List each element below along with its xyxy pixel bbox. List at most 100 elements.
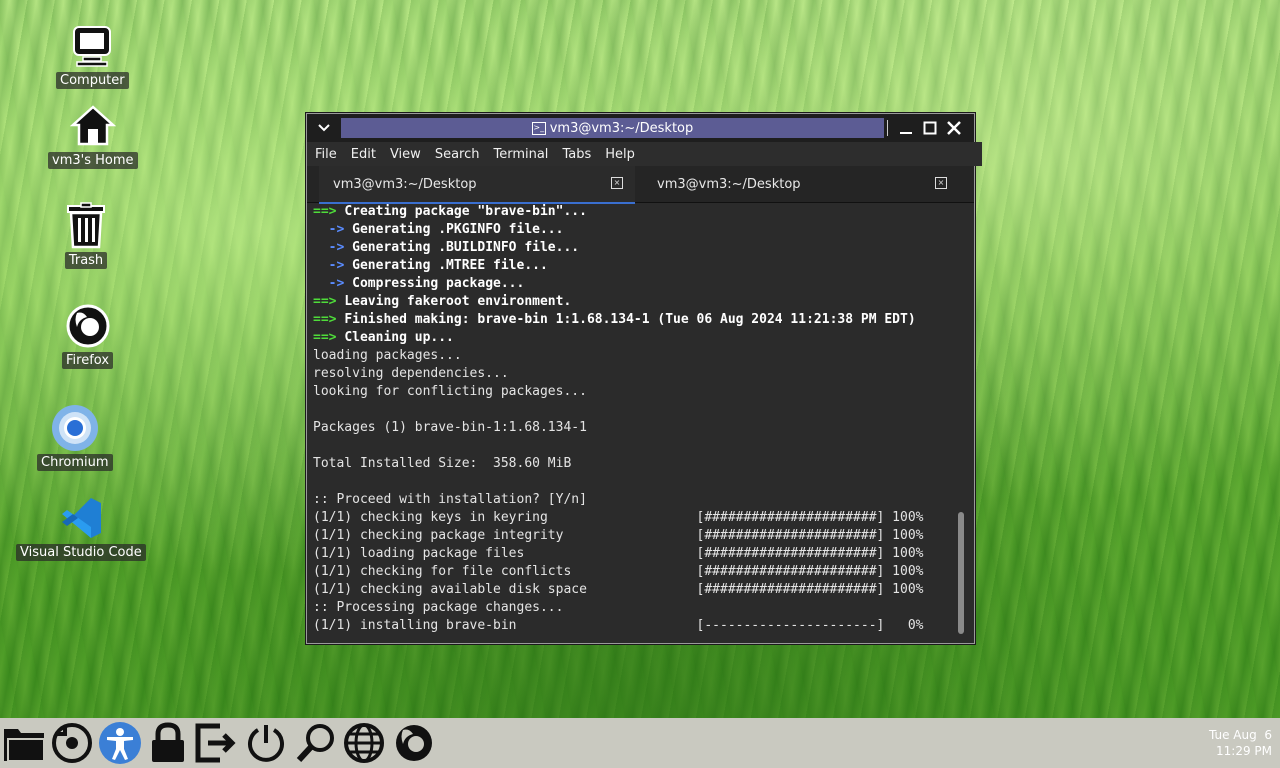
terminal-line: Total Installed Size: 358.60 MiB xyxy=(313,455,958,473)
terminal-line: loading packages... xyxy=(313,347,958,365)
terminal-line-text: (1/1) loading package files [###########… xyxy=(313,546,924,561)
terminal-line-text: resolving dependencies... xyxy=(313,366,509,381)
desktop-icon-label: vm3's Home xyxy=(48,152,138,169)
firefox-icon xyxy=(64,302,112,350)
tab-2[interactable]: vm3@vm3:~/Desktop × xyxy=(643,166,959,202)
lock-icon[interactable] xyxy=(146,721,190,765)
terminal-line: ==> Leaving fakeroot environment. xyxy=(313,293,958,311)
terminal-line: :: Processing package changes... xyxy=(313,599,958,617)
terminal-line: -> Generating .PKGINFO file... xyxy=(313,221,958,239)
terminal-line: (1/1) checking keys in keyring [########… xyxy=(313,509,958,527)
menu-file[interactable]: File xyxy=(315,147,337,162)
tab-1[interactable]: vm3@vm3:~/Desktop × xyxy=(319,166,635,204)
tab-label: vm3@vm3:~/Desktop xyxy=(657,176,801,192)
accessibility-icon[interactable] xyxy=(98,721,142,765)
terminal-line-text: Generating .PKGINFO file... xyxy=(352,222,564,237)
terminal-window[interactable]: >_ vm3@vm3:~/Desktop File Edit View Sear… xyxy=(306,113,982,644)
terminal-line-text: (1/1) checking package integrity [######… xyxy=(313,528,924,543)
terminal-line: -> Generating .MTREE file... xyxy=(313,257,958,275)
menu-terminal[interactable]: Terminal xyxy=(493,147,548,162)
tab-close-icon[interactable]: × xyxy=(935,177,947,189)
terminal-line-text: Leaving fakeroot environment. xyxy=(344,294,572,309)
terminal-line-text: Generating .MTREE file... xyxy=(352,258,548,273)
terminal-line: (1/1) checking for file conflicts [#####… xyxy=(313,563,958,581)
terminal-line-text: :: Processing package changes... xyxy=(313,600,564,615)
terminal-line-text: looking for conflicting packages... xyxy=(313,384,587,399)
file-manager-icon[interactable] xyxy=(2,721,46,765)
desktop-icon-home[interactable]: vm3's Home xyxy=(48,102,138,169)
terminal-line-text: Total Installed Size: 358.60 MiB xyxy=(313,456,572,471)
terminal-line: (1/1) installing brave-bin [------------… xyxy=(313,617,958,635)
terminal-icon: >_ xyxy=(531,121,546,135)
power-icon[interactable] xyxy=(244,721,288,765)
terminal-line-text: Packages (1) brave-bin-1:1.68.134-1 xyxy=(313,420,587,435)
menu-search[interactable]: Search xyxy=(435,147,480,162)
firefox-icon[interactable] xyxy=(392,721,436,765)
desktop-icon-label: Trash xyxy=(64,252,108,269)
terminal-line: (1/1) checking available disk space [###… xyxy=(313,581,958,599)
desktop-icon-label: Visual Studio Code xyxy=(16,544,146,561)
window-menu-chevron-icon[interactable] xyxy=(313,118,335,138)
desktop-icon-computer[interactable]: Computer xyxy=(56,22,129,89)
terminal-line-prefix: -> xyxy=(313,276,353,291)
terminal-scrollbar[interactable] xyxy=(958,512,964,634)
home-icon xyxy=(69,102,117,150)
clock-date: Tue Aug 6 xyxy=(1208,728,1272,742)
terminal-line: looking for conflicting packages... xyxy=(313,383,958,401)
tab-bar: vm3@vm3:~/Desktop × vm3@vm3:~/Desktop × xyxy=(307,166,974,204)
title-bar[interactable]: >_ vm3@vm3:~/Desktop xyxy=(307,114,974,142)
chromium-icon xyxy=(51,404,99,452)
menu-help[interactable]: Help xyxy=(605,147,635,162)
desktop-icon-firefox[interactable]: Firefox xyxy=(62,302,114,369)
search-icon[interactable] xyxy=(294,721,338,765)
terminal-line-text: Compressing package... xyxy=(352,276,525,291)
maximize-button[interactable] xyxy=(919,117,941,139)
vscode-icon xyxy=(57,494,105,542)
close-button[interactable] xyxy=(943,117,965,139)
desktop-icon-vscode[interactable]: Visual Studio Code xyxy=(16,494,146,561)
menu-edit[interactable]: Edit xyxy=(351,147,376,162)
terminal-line-prefix: ==> xyxy=(313,294,345,309)
terminal-output[interactable]: ==> Creating package "brave-bin"... -> G… xyxy=(313,203,958,639)
tab-close-icon[interactable]: × xyxy=(611,177,623,189)
web-browser-icon[interactable] xyxy=(342,721,386,765)
terminal-line: :: Proceed with installation? [Y/n] xyxy=(313,491,958,509)
terminal-line-text: (1/1) installing brave-bin [------------… xyxy=(313,618,924,633)
terminal-line-prefix: -> xyxy=(313,222,353,237)
window-title: >_ vm3@vm3:~/Desktop xyxy=(341,118,884,138)
terminal-line: Packages (1) brave-bin-1:1.68.134-1 xyxy=(313,419,958,437)
logout-icon[interactable] xyxy=(194,721,238,765)
terminal-line-text: Generating .BUILDINFO file... xyxy=(352,240,580,255)
menu-tabs[interactable]: Tabs xyxy=(562,147,591,162)
terminal-line-text: loading packages... xyxy=(313,348,462,363)
terminal-line-text: :: Proceed with installation? [Y/n] xyxy=(313,492,587,507)
menu-view[interactable]: View xyxy=(390,147,421,162)
taskbar: Tue Aug 6 11:29 PM xyxy=(0,718,1280,768)
terminal-line: -> Generating .BUILDINFO file... xyxy=(313,239,958,257)
terminal-line-text: Creating package "brave-bin"... xyxy=(344,204,587,219)
computer-icon xyxy=(68,22,116,70)
terminal-line: resolving dependencies... xyxy=(313,365,958,383)
terminal-line-prefix: ==> xyxy=(313,312,345,327)
terminal-line-prefix: ==> xyxy=(313,204,345,219)
title-separator xyxy=(887,120,888,136)
terminal-line-prefix: ==> xyxy=(313,330,345,345)
tab-label: vm3@vm3:~/Desktop xyxy=(333,176,477,192)
desktop-icon-trash[interactable]: Trash xyxy=(62,202,110,269)
terminal-line-text: (1/1) checking keys in keyring [########… xyxy=(313,510,924,525)
desktop-icon-chromium[interactable]: Chromium xyxy=(37,404,113,471)
clock[interactable]: Tue Aug 6 11:29 PM xyxy=(1209,727,1272,759)
terminal-line: (1/1) checking package integrity [######… xyxy=(313,527,958,545)
desktop-icon-label: Computer xyxy=(56,72,129,89)
minimize-button[interactable] xyxy=(895,117,917,139)
terminal-line-prefix: -> xyxy=(313,258,353,273)
restart-icon[interactable] xyxy=(50,721,94,765)
terminal-line-text: Finished making: brave-bin 1:1.68.134-1 … xyxy=(344,312,916,327)
desktop-icon-label: Firefox xyxy=(62,352,114,369)
menu-bar: File Edit View Search Terminal Tabs Help xyxy=(307,142,982,166)
clock-time: 11:29 PM xyxy=(1216,744,1272,758)
terminal-line: ==> Cleaning up... xyxy=(313,329,958,347)
